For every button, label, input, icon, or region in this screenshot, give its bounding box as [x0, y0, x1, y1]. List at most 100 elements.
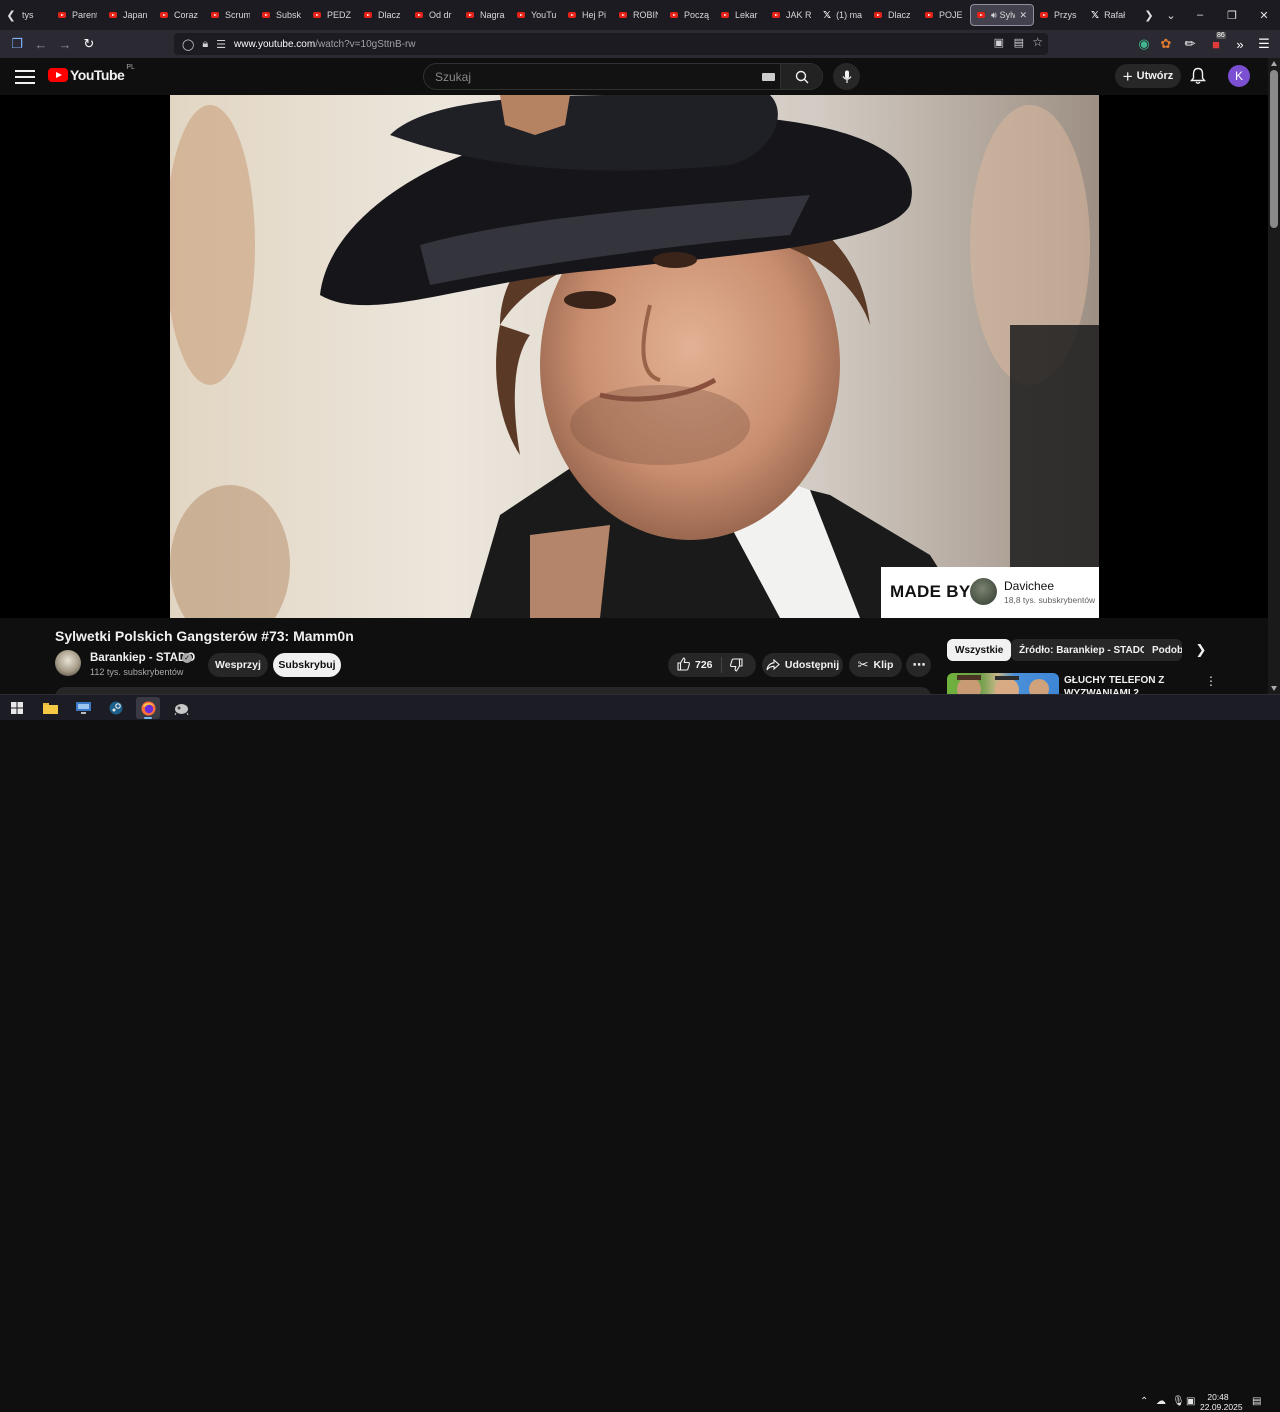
x-favicon-icon: 𝕏 [1091, 9, 1100, 21]
reload-icon[interactable]: ↻ [77, 32, 101, 56]
video-player[interactable]: MADE BY Davichee 18,8 tys. subskrybentów [0, 95, 1268, 618]
browser-tab[interactable]: Parent [52, 4, 103, 26]
onedrive-cloud-icon[interactable]: ☁ [1156, 1396, 1166, 1407]
browser-tab[interactable]: Nagra [460, 4, 511, 26]
create-button[interactable]: + Utwórz [1115, 64, 1181, 88]
remote-desktop-icon[interactable] [71, 697, 95, 719]
voice-search-button[interactable] [833, 63, 860, 90]
youtube-favicon-icon [925, 12, 933, 18]
chip-source-channel[interactable]: Źródło: Barankiep - STADO [1011, 639, 1156, 661]
vpn-extension-icon[interactable]: ◉ [1132, 32, 1156, 56]
picture-in-picture-icon[interactable]: ▣ [994, 36, 1004, 49]
notifications-icon[interactable]: ▤ [1252, 1396, 1261, 1407]
browser-tab[interactable]: POJE [919, 4, 970, 26]
keyboard-icon[interactable] [762, 73, 775, 81]
recommended-more-vertical-icon[interactable]: ⋮ [1205, 674, 1217, 688]
app-icon[interactable] [169, 697, 193, 719]
join-button[interactable]: Wesprzyj [208, 653, 268, 677]
browser-tab[interactable]: PEDZ [307, 4, 358, 26]
scroll-down-arrow-icon[interactable] [1271, 686, 1277, 691]
more-actions-button[interactable]: ⋯ [906, 653, 931, 677]
channel-avatar[interactable] [55, 650, 81, 676]
youtube-logo[interactable]: YouTube PL [48, 64, 135, 83]
sidebar-toggle-icon[interactable]: ❐ [5, 32, 29, 56]
browser-tab-label: Japan [123, 10, 148, 20]
overflow-chevrons-icon[interactable]: » [1228, 32, 1252, 56]
youtube-favicon-icon [415, 12, 423, 18]
reader-view-icon[interactable]: ▤ [1014, 36, 1024, 49]
windows-start-icon[interactable] [5, 697, 29, 719]
tab-list-chevron-icon[interactable]: ⌄ [1160, 4, 1182, 26]
minimize-icon[interactable]: – [1184, 4, 1216, 26]
account-avatar[interactable]: K [1228, 65, 1250, 87]
recommended-video-thumbnail[interactable] [947, 673, 1059, 694]
browser-tab[interactable]: Lekar [715, 4, 766, 26]
shield-icon[interactable]: ◯ [182, 38, 194, 51]
chips-next-chevron-icon[interactable]: ❯ [1193, 641, 1209, 659]
back-icon[interactable]: ← [29, 32, 53, 56]
browser-tab[interactable]: Japan [103, 4, 154, 26]
speaker-audio-icon[interactable]: 🔊︎ [991, 10, 997, 21]
dislike-button[interactable] [729, 658, 743, 675]
close-window-icon[interactable]: ✕ [1248, 4, 1280, 26]
network-icon[interactable]: ▣ [1186, 1396, 1195, 1407]
search-input[interactable] [424, 64, 782, 89]
bookmark-star-icon[interactable]: ☆ [1032, 35, 1043, 49]
browser-tab[interactable]: 🔊︎Sylw✕ [970, 4, 1034, 26]
tray-expand-chevron-icon[interactable]: ⌃ [1140, 1396, 1148, 1407]
taskbar-clock[interactable]: 20:48 22.09.2025 [1200, 1392, 1243, 1412]
channel-name[interactable]: Barankiep - STADO [90, 652, 195, 664]
permissions-icon[interactable]: ☰ [216, 38, 226, 51]
forward-icon[interactable]: → [53, 32, 77, 56]
made-by-overlay[interactable]: MADE BY Davichee 18,8 tys. subskrybentów [881, 567, 1099, 618]
extension-icon[interactable]: ✿ [1154, 32, 1178, 56]
browser-tab[interactable]: Dlacz [868, 4, 919, 26]
steam-icon[interactable] [104, 697, 128, 719]
browser-tab[interactable]: Dlacz [358, 4, 409, 26]
browser-tab[interactable]: Począ [664, 4, 715, 26]
scroll-up-arrow-icon[interactable] [1271, 61, 1277, 66]
tab-scroll-left-icon[interactable]: ❮ [0, 4, 22, 26]
page-scrollbar[interactable] [1268, 58, 1280, 694]
recommended-video-title[interactable]: GŁUCHY TELEFON Z WYZWANIAMI 2 [1064, 674, 1194, 694]
browser-tab[interactable]: YouTu [511, 4, 562, 26]
ublock-icon[interactable]: ■ 86 [1204, 32, 1228, 56]
browser-tab[interactable]: Coraz [154, 4, 205, 26]
browser-tab[interactable]: Od dr [409, 4, 460, 26]
youtube-favicon-icon [1040, 12, 1048, 18]
firefox-icon[interactable] [136, 697, 160, 719]
notifications-bell-icon[interactable] [1190, 67, 1206, 90]
browser-tab[interactable]: Przys [1034, 4, 1085, 26]
microphone-tray-icon[interactable]: 🎙︎ [1172, 1396, 1185, 1407]
browser-tab[interactable]: 𝕏 Rafał [1085, 4, 1136, 26]
extensions-puzzle-icon[interactable]: ✏ [1178, 32, 1202, 56]
youtube-favicon-icon [262, 12, 270, 18]
browser-tab-strip: ❮ tys Parent Japan Coraz Scrum Subsk PEDZ Dlacz… [0, 0, 1280, 30]
youtube-favicon-icon [109, 12, 117, 18]
browser-tab[interactable]: Subsk [256, 4, 307, 26]
browser-tab[interactable]: ROBIN [613, 4, 664, 26]
video-frame[interactable] [170, 95, 1099, 618]
guide-menu-icon[interactable] [15, 68, 35, 84]
search-button[interactable] [780, 64, 822, 89]
browser-tab[interactable]: Scrum [205, 4, 256, 26]
browser-tab[interactable]: tys [22, 4, 52, 26]
file-explorer-icon[interactable] [38, 697, 62, 719]
browser-tab[interactable]: JAK R [766, 4, 817, 26]
browser-tab[interactable]: 𝕏 (1) ma [817, 4, 868, 26]
clip-button[interactable]: ✂ Klip [849, 653, 902, 677]
browser-tab-label: (1) ma [836, 10, 862, 20]
like-button[interactable] [677, 657, 691, 674]
url-bar[interactable]: ◯ 🔒︎ ☰ www.youtube.com/watch?v=10gSttnB-… [174, 33, 1048, 55]
restore-icon[interactable]: ❐ [1216, 4, 1248, 26]
browser-tab[interactable]: Hej Pi [562, 4, 613, 26]
close-tab-icon[interactable]: ✕ [1019, 10, 1027, 21]
share-button[interactable]: Udostępnij [762, 653, 843, 677]
subscribe-button[interactable]: Subskrybuj [273, 653, 341, 677]
tab-scroll-right-icon[interactable]: ❯ [1138, 4, 1160, 26]
lock-icon[interactable]: 🔒︎ [202, 38, 208, 51]
app-menu-icon[interactable]: ☰ [1252, 32, 1276, 56]
chip-similar[interactable]: Podobne [1144, 639, 1182, 661]
chip-all[interactable]: Wszystkie [947, 639, 1012, 661]
scrollbar-thumb[interactable] [1270, 70, 1278, 228]
